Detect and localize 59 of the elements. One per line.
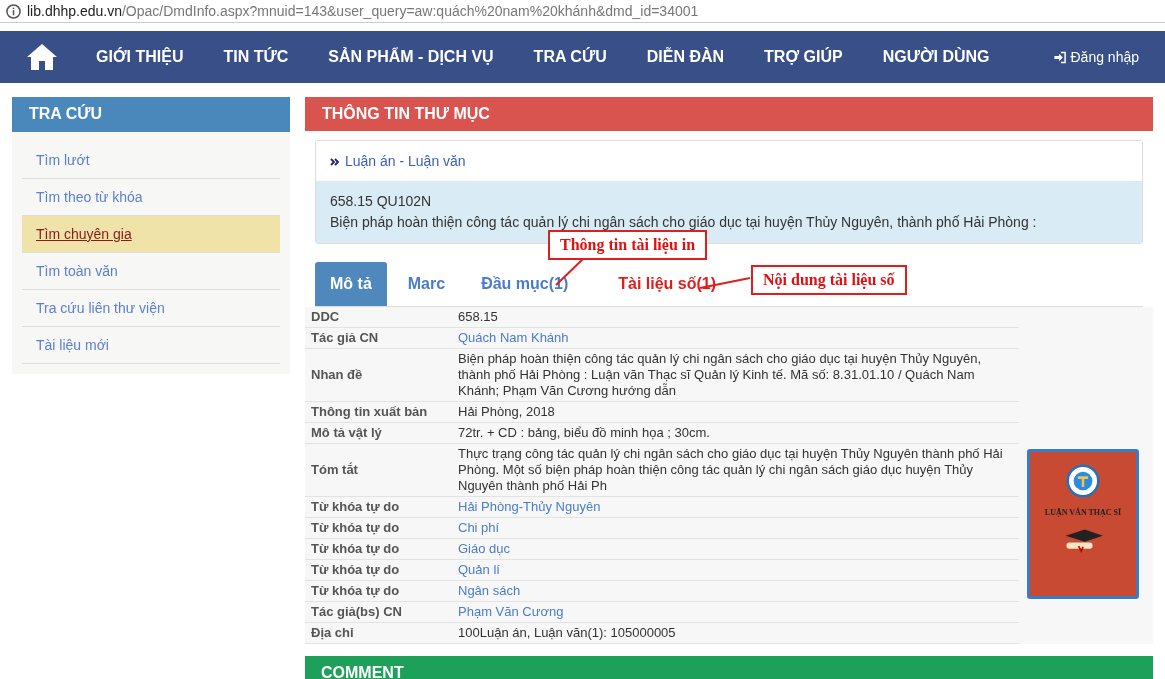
nav-link[interactable]: TRA CỨU — [533, 48, 607, 66]
tab[interactable]: Đầu mục(1) — [466, 262, 584, 306]
field-value: Hải Phòng, 2018 — [452, 401, 1019, 423]
field-label: Tác giả(bs) CN — [305, 601, 452, 623]
field-link[interactable]: Phạm Văn Cương — [452, 601, 1019, 623]
address-bar[interactable]: lib.dhhp.edu.vn/Opac/DmdInfo.aspx?mnuid=143&user_query=aw:quách%20nam%20khánh&dmd_id=34001 — [0, 0, 1165, 23]
sidebar-item[interactable]: Tài liệu mới — [22, 327, 280, 364]
nav-link[interactable]: SẢN PHẨM - DỊCH VỤ — [328, 48, 494, 66]
nav-link[interactable]: TRỢ GIÚP — [764, 48, 843, 66]
nav-link[interactable]: NGƯỜI DÙNG — [882, 48, 990, 66]
panel-title: THÔNG TIN THƯ MỤC — [305, 97, 1153, 131]
field-label: Nhan đề — [305, 348, 452, 402]
field-label: DDC — [305, 307, 452, 328]
field-value: Biện pháp hoàn thiện công tác quản lý chi ngân sách cho giáo dục tại huyện Thủy Nguyên, thành phố Hải Phòng : Luận văn Thạc sĩ Quản lý Kinh tế. Mã số: 8.31.01.10 / Quách Nam Khánh; Phạm Văn Cương hướng dẫn — [452, 348, 1019, 402]
field-link[interactable]: Ngân sách — [452, 580, 1019, 602]
sidebar-title: TRA CỨU — [12, 97, 290, 132]
field-value: 100Luận án, Luận văn(1): 105000005 — [452, 622, 1019, 644]
category-link[interactable]: Luận án - Luận văn — [345, 153, 466, 169]
nav-link[interactable]: GIỚI THIỆU — [96, 48, 184, 66]
url-path: /Opac/DmdInfo.aspx?mnuid=143&user_query=aw:quách%20nam%20khánh&dmd_id=34001 — [121, 3, 699, 19]
tab[interactable]: Marc — [392, 262, 461, 306]
call-number: 658.15 QU102N — [330, 192, 433, 211]
annotation-callout: Nội dung tài liệu số — [751, 265, 907, 295]
field-label: Từ khóa tự do — [305, 517, 452, 539]
field-label: Từ khóa tự do — [305, 496, 452, 518]
sidebar-item[interactable]: Tìm lướt — [22, 142, 280, 179]
comment-header: COMMENT — [305, 656, 1153, 679]
tab[interactable]: Mô tả — [315, 262, 387, 306]
field-link[interactable]: Quản lí — [452, 559, 1019, 581]
sign-in-icon — [1053, 50, 1068, 64]
cover-title: LUẬN VĂN THẠC SĨ — [1044, 508, 1122, 517]
sidebar-item[interactable]: Tìm toàn văn — [22, 253, 280, 290]
sidebar-item[interactable]: Tìm chuyên gia — [22, 216, 280, 253]
info-icon — [6, 3, 21, 19]
field-label: Từ khóa tự do — [305, 580, 452, 602]
nav-link[interactable]: TIN TỨC — [223, 48, 289, 66]
annotation-callout: Thông tin tài liệu in — [548, 230, 708, 260]
url-host: lib.dhhp.edu.vn — [27, 3, 122, 19]
field-label: Thông tin xuất bản — [305, 401, 452, 423]
field-link[interactable]: Giáo dục — [452, 538, 1019, 560]
field-label: Tóm tắt — [305, 443, 452, 497]
field-label: Tác giả CN — [305, 327, 452, 349]
field-label: Địa chỉ — [305, 622, 452, 644]
record-title: Biện pháp hoàn thiện công tác quản lý chi ngân sách cho giáo dục tại huyện Thủy Nguyên, thành phố Hải Phòng : — [330, 213, 1038, 232]
login-link[interactable]: Đăng nhập — [1053, 49, 1139, 65]
sidebar-item[interactable]: Tra cứu liên thư viện — [22, 290, 280, 327]
field-value: 658.15 — [452, 307, 1019, 328]
field-label: Từ khóa tự do — [305, 559, 452, 581]
field-value: 72tr. + CD : bảng, biểu đồ minh họa ; 30cm. — [452, 422, 1019, 444]
field-link[interactable]: Hải Phòng-Thủy Nguyên — [452, 496, 1019, 518]
nav-link[interactable]: DIỄN ĐÀN — [646, 48, 725, 66]
field-label: Từ khóa tự do — [305, 538, 452, 560]
field-link[interactable]: Chi phí — [452, 517, 1019, 539]
home-icon[interactable] — [26, 43, 58, 71]
tab[interactable]: Tài liệu số(1) — [603, 262, 732, 306]
field-label: Mô tả vật lý — [305, 422, 452, 444]
seal-icon — [1066, 464, 1100, 498]
field-value: Thực trạng công tác quản lý chi ngân sách cho giáo dục tại huyện Thủy Nguyên thành phố Hải Phòng. Một số biện pháp hoàn thiện công tác quản lý chi ngân sách giáo dục huyện Thủy Nguyên thành phố Hải Ph — [452, 443, 1019, 497]
field-link[interactable]: Quách Nam Khánh — [452, 327, 1019, 349]
